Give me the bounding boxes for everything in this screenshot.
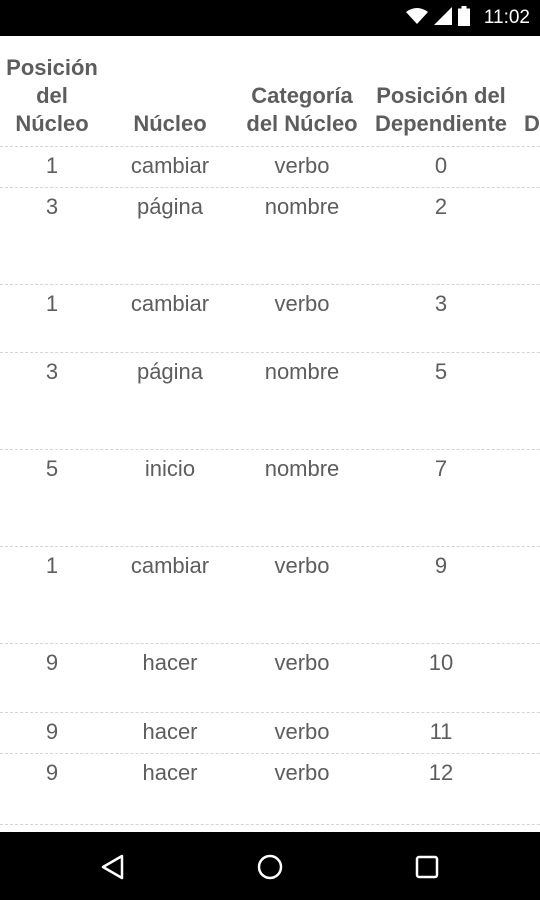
- cell-posicion-nucleo: 3: [45, 359, 59, 384]
- cell-categoria: verbo: [274, 553, 330, 578]
- cell-posicion-dependiente: 2: [434, 194, 448, 219]
- table-row[interactable]: 5 inicio nombre 7: [0, 450, 540, 547]
- cell-posicion-nucleo: 9: [45, 719, 59, 744]
- cell-posicion-dependiente: 9: [434, 553, 448, 578]
- cell-posicion-dependiente: 7: [434, 456, 448, 481]
- signal-icon: [433, 6, 452, 30]
- table-row[interactable]: 9 hacer verbo 11: [0, 713, 540, 754]
- cell-nucleo: página: [136, 359, 204, 384]
- cell-categoria: verbo: [274, 760, 330, 785]
- cell-posicion-nucleo: 1: [45, 553, 59, 578]
- navigation-bar: [0, 832, 540, 900]
- cell-nucleo: página: [136, 194, 204, 219]
- cell-posicion-dependiente: 11: [429, 719, 453, 744]
- header-posicion-dependiente[interactable]: Posición del Dependiente: [368, 82, 514, 138]
- wifi-icon: [405, 7, 428, 30]
- cell-posicion-dependiente: 12: [428, 760, 454, 785]
- table-header: Posición del Núcleo Núcleo Categoría del…: [0, 36, 540, 147]
- cell-posicion-dependiente: 5: [434, 359, 448, 384]
- cell-categoria: nombre: [264, 194, 340, 219]
- battery-icon: [457, 5, 470, 31]
- table-row[interactable]: 9 hacer verbo 10: [0, 644, 540, 713]
- cell-posicion-nucleo: 3: [45, 194, 59, 219]
- home-button[interactable]: [252, 849, 288, 885]
- table-view[interactable]: Posición del Núcleo Núcleo Categoría del…: [0, 36, 540, 832]
- table-row[interactable]: 9 hacer verbo 12: [0, 754, 540, 825]
- header-nucleo[interactable]: Núcleo: [104, 110, 236, 138]
- cell-categoria: nombre: [264, 359, 340, 384]
- cell-nucleo: hacer: [142, 650, 198, 675]
- cell-categoria: verbo: [274, 719, 330, 744]
- clock: 11:02: [483, 7, 530, 28]
- table-row[interactable]: 1 cambiar verbo 9: [0, 547, 540, 644]
- header-categoria-nucleo[interactable]: Categoría del Núcleo: [236, 82, 368, 138]
- cell-posicion-nucleo: 1: [45, 291, 59, 316]
- cell-categoria: nombre: [264, 456, 340, 481]
- recents-button[interactable]: [409, 849, 445, 885]
- cell-posicion-dependiente: 10: [428, 650, 454, 675]
- cell-categoria: verbo: [274, 650, 330, 675]
- status-bar: 11:02: [0, 0, 540, 36]
- cell-categoria: verbo: [274, 153, 330, 178]
- cell-nucleo: hacer: [142, 719, 198, 744]
- cell-posicion-nucleo: 9: [45, 760, 59, 785]
- cell-nucleo: cambiar: [130, 553, 210, 578]
- back-triangle-icon: [101, 854, 124, 880]
- table-row[interactable]: 3 página nombre 2: [0, 188, 540, 285]
- cell-posicion-dependiente: 0: [434, 153, 448, 178]
- header-dependiente-truncated[interactable]: D: [514, 110, 540, 138]
- table-row[interactable]: 1 cambiar verbo 3: [0, 285, 540, 353]
- status-icons: 11:02: [405, 0, 530, 36]
- home-circle-icon: [257, 854, 283, 880]
- cell-nucleo: cambiar: [130, 291, 210, 316]
- cell-categoria: verbo: [274, 291, 330, 316]
- cell-posicion-nucleo: 5: [45, 456, 59, 481]
- cell-nucleo: inicio: [144, 456, 196, 481]
- table-row[interactable]: 3 página nombre 5: [0, 353, 540, 450]
- cell-posicion-nucleo: 9: [45, 650, 59, 675]
- cell-nucleo: hacer: [142, 760, 198, 785]
- back-button[interactable]: [95, 849, 131, 885]
- recents-square-icon: [415, 855, 439, 879]
- cell-posicion-dependiente: 3: [434, 291, 448, 316]
- cell-nucleo: cambiar: [130, 153, 210, 178]
- header-posicion-nucleo[interactable]: Posición del Núcleo: [0, 54, 104, 138]
- table-row[interactable]: 1 cambiar verbo 0: [0, 147, 540, 188]
- cell-posicion-nucleo: 1: [45, 153, 59, 178]
